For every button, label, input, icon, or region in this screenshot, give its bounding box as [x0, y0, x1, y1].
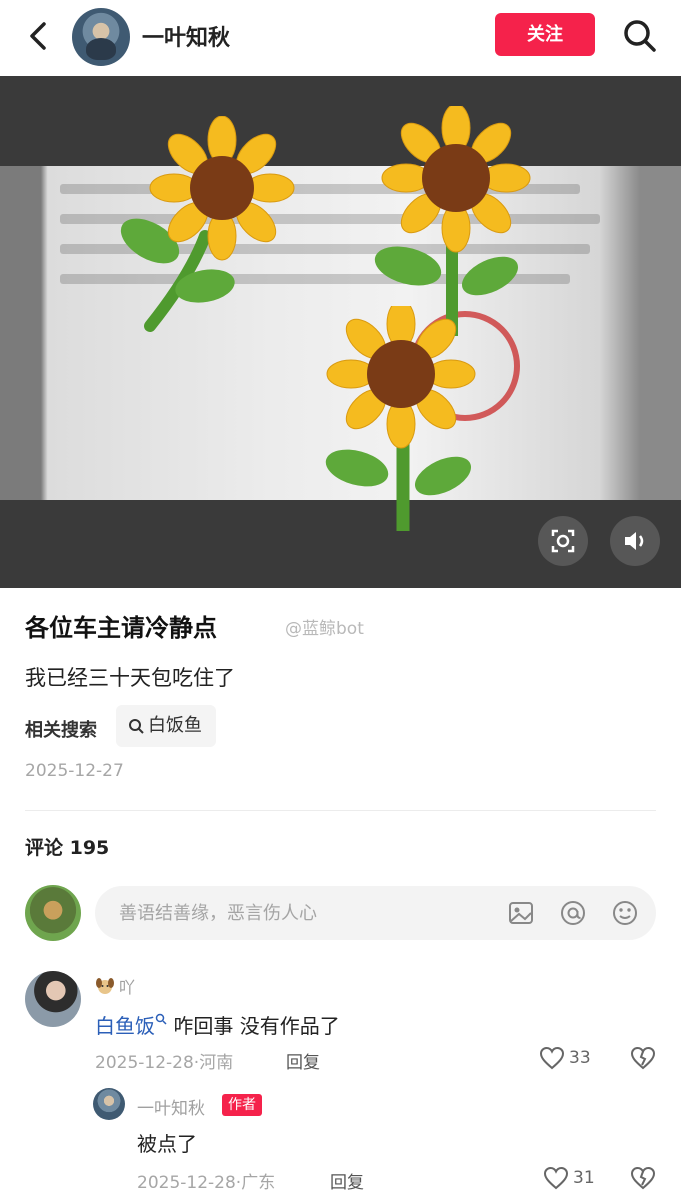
divider [25, 810, 656, 811]
back-arrow-icon[interactable] [24, 18, 56, 54]
watermark: @蓝鲸bot [285, 619, 364, 639]
search-icon [129, 719, 144, 734]
follow-button[interactable]: 关注 [495, 13, 595, 56]
comment-meta: 2025-12-28·河南 [95, 1053, 234, 1073]
related-search-chip[interactable]: 白饭鱼 [116, 705, 216, 747]
commenter-avatar[interactable] [25, 971, 81, 1027]
broken-heart-icon[interactable] [630, 1046, 656, 1072]
comment-input-box[interactable] [95, 886, 656, 940]
broken-heart-icon[interactable] [630, 1166, 656, 1192]
like-button[interactable]: 31 [543, 1166, 595, 1190]
like-button[interactable]: 33 [539, 1046, 591, 1070]
image-search-icon[interactable] [538, 516, 588, 566]
author-reply-avatar[interactable] [93, 1088, 125, 1120]
reply-author-name[interactable]: 一叶知秋 [137, 1094, 205, 1119]
related-search-query: 白饭鱼 [148, 715, 202, 736]
author-badge: 作者 [222, 1094, 262, 1116]
comment-count: 评论 195 [25, 837, 110, 859]
reply-button[interactable]: 回复 [286, 1048, 320, 1073]
dog-emoji-icon [96, 978, 114, 994]
my-avatar [25, 885, 81, 941]
reply-text: 被点了 [137, 1132, 197, 1156]
heart-icon [543, 1166, 569, 1190]
related-search-label: 相关搜索 [25, 720, 97, 741]
reply-button[interactable]: 回复 [330, 1168, 364, 1193]
top-bar: 一叶知秋 关注 [0, 0, 681, 76]
image-icon[interactable] [507, 899, 535, 927]
post-media[interactable] [0, 76, 681, 588]
sunflower-sticker-icon [120, 116, 295, 332]
comment-input[interactable] [119, 886, 479, 940]
author-avatar[interactable] [72, 8, 130, 66]
like-count: 33 [569, 1048, 591, 1068]
commenter-name[interactable]: 吖 [95, 974, 135, 998]
author-username[interactable]: 一叶知秋 [142, 20, 230, 52]
like-count: 31 [573, 1168, 595, 1188]
comment-text: 白鱼饭 咋回事 没有作品了 [95, 1013, 340, 1038]
post-date: 2025-12-27 [25, 761, 124, 781]
volume-icon[interactable] [610, 516, 660, 566]
heart-icon [539, 1046, 565, 1070]
post-body: 我已经三十天包吃住了 [25, 666, 235, 690]
search-icon [155, 1013, 167, 1025]
mention-icon[interactable] [559, 899, 587, 927]
post-title: 各位车主请冷静点 [25, 614, 217, 642]
reply-meta: 2025-12-28·广东 [137, 1173, 276, 1193]
sunflower-sticker-icon [325, 306, 476, 531]
mention-link[interactable]: 白鱼饭 [95, 1014, 155, 1038]
emoji-icon[interactable] [611, 899, 639, 927]
search-icon[interactable] [620, 16, 660, 56]
sunflower-sticker-icon [374, 106, 531, 336]
